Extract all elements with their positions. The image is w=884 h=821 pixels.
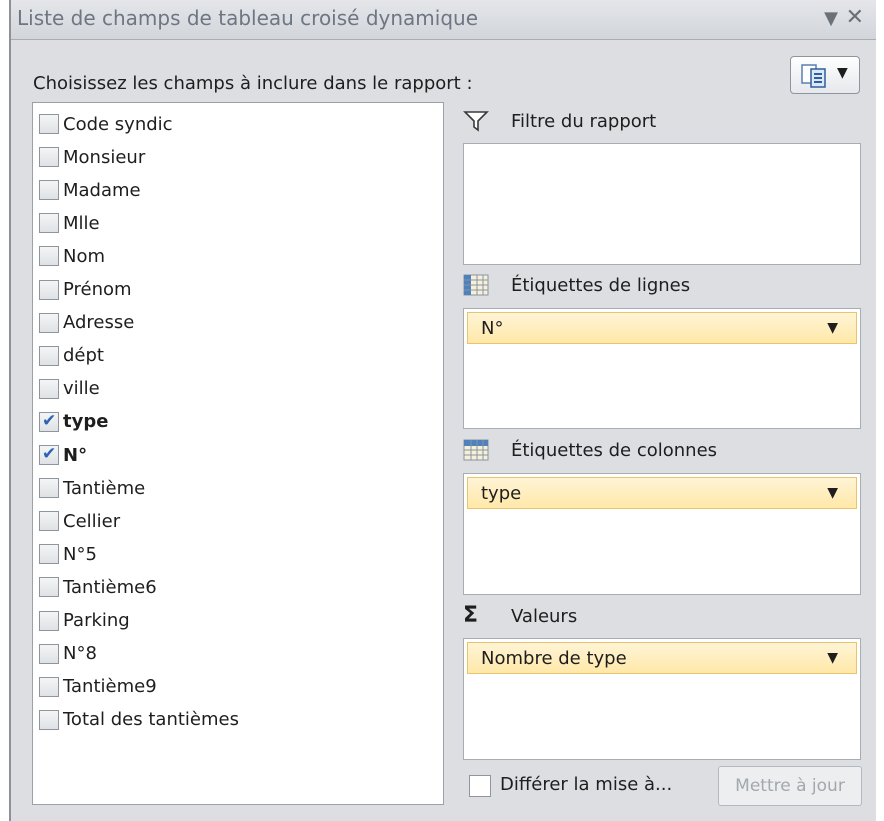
row-field-pill[interactable]: N° ▼ (467, 312, 857, 344)
field-item[interactable]: Madame (33, 175, 443, 205)
field-item[interactable]: Tantième6 (33, 572, 443, 602)
values-header: Σ Valeurs (463, 601, 577, 631)
row-labels-label: Étiquettes de lignes (511, 274, 691, 296)
chevron-down-icon[interactable]: ▼ (827, 485, 838, 501)
field-checkbox[interactable] (39, 378, 59, 399)
field-label: Tantième9 (63, 676, 157, 698)
field-item[interactable]: Parking (33, 606, 443, 636)
pane-options-icon[interactable]: ▼ (824, 8, 838, 29)
pivot-field-list-pane: Liste de champs de tableau croisé dynami… (9, 0, 876, 821)
defer-update-label: Différer la mise à... (500, 774, 673, 795)
chevron-down-icon[interactable]: ▼ (827, 320, 838, 336)
field-label: Madame (63, 179, 141, 201)
field-item[interactable]: Mlle (33, 208, 443, 238)
column-labels-drop-area[interactable]: type ▼ (463, 473, 861, 595)
chevron-down-icon: ▼ (837, 65, 848, 81)
field-checkbox[interactable] (39, 643, 59, 664)
field-checkbox[interactable] (39, 676, 59, 697)
field-checkbox[interactable] (39, 147, 59, 168)
field-checkbox[interactable] (39, 478, 59, 499)
sigma-icon: Σ (463, 603, 479, 628)
field-label: Adresse (63, 312, 135, 334)
field-checkbox[interactable] (39, 709, 59, 730)
field-item[interactable]: Tantième9 (33, 672, 443, 702)
column-labels-label: Étiquettes de colonnes (511, 439, 718, 461)
row-labels-header: Étiquettes de lignes (463, 270, 690, 300)
row-labels-icon (463, 274, 489, 296)
field-label: Tantième (63, 477, 146, 499)
field-item[interactable]: type (33, 407, 443, 437)
row-field-label: N° (481, 317, 504, 339)
field-label: Tantième6 (63, 576, 157, 598)
field-label: Mlle (63, 212, 100, 234)
column-labels-header: Étiquettes de colonnes (463, 435, 717, 465)
field-label: N°5 (63, 543, 97, 565)
field-item[interactable]: N°5 (33, 539, 443, 569)
field-checkbox[interactable] (39, 312, 59, 333)
field-checkbox[interactable] (39, 213, 59, 234)
values-field-pill[interactable]: Nombre de type ▼ (467, 642, 857, 674)
field-checkbox[interactable] (39, 411, 59, 432)
title-bar: Liste de champs de tableau croisé dynami… (11, 0, 876, 40)
field-label: Monsieur (63, 146, 146, 168)
field-label: Cellier (63, 510, 121, 532)
field-checkbox[interactable] (39, 577, 59, 598)
field-label: Code syndic (63, 113, 173, 135)
field-item[interactable]: N° (33, 440, 443, 470)
values-label: Valeurs (511, 605, 578, 627)
field-label: N°8 (63, 643, 97, 665)
layout-options-button[interactable]: ▼ (790, 56, 860, 94)
values-drop-area[interactable]: Nombre de type ▼ (463, 638, 861, 760)
pane-title: Liste de champs de tableau croisé dynami… (17, 6, 478, 30)
field-checkbox[interactable] (39, 180, 59, 201)
column-field-label: type (481, 482, 522, 504)
field-list-box[interactable]: Code syndic Monsieur Madame Mlle Nom Prénom Ad… (32, 102, 444, 805)
instruction-text: Choisissez les champs à inclure dans le … (33, 73, 473, 94)
field-item[interactable]: Tantième (33, 473, 443, 503)
field-checkbox[interactable] (39, 544, 59, 565)
field-checkbox[interactable] (39, 444, 59, 465)
field-label: type (63, 411, 109, 433)
field-label: Total des tantièmes (63, 709, 239, 731)
field-item[interactable]: Cellier (33, 506, 443, 536)
field-item[interactable]: N°8 (33, 639, 443, 669)
field-label: Prénom (63, 279, 132, 300)
field-checkbox[interactable] (39, 246, 59, 267)
field-label: Parking (63, 610, 130, 631)
defer-update-checkbox[interactable] (469, 775, 491, 797)
field-list-layout-icon (801, 64, 826, 88)
field-label: N° (63, 444, 88, 466)
field-label: Nom (63, 245, 106, 267)
field-item[interactable]: ville (33, 374, 443, 404)
column-labels-icon (463, 439, 489, 461)
field-item[interactable]: Prénom (33, 275, 443, 305)
field-item[interactable]: Adresse (33, 308, 443, 338)
report-filter-label: Filtre du rapport (511, 110, 657, 132)
update-button[interactable]: Mettre à jour (718, 766, 862, 806)
close-icon[interactable]: ✕ (846, 5, 864, 30)
field-item[interactable]: Code syndic (33, 109, 443, 139)
report-filter-header: Filtre du rapport (463, 106, 656, 136)
field-item[interactable]: Total des tantièmes (33, 705, 443, 735)
row-labels-drop-area[interactable]: N° ▼ (463, 308, 861, 429)
column-field-pill[interactable]: type ▼ (467, 477, 857, 509)
filter-icon (463, 111, 489, 132)
field-item[interactable]: Nom (33, 241, 443, 271)
field-checkbox[interactable] (39, 279, 59, 300)
field-item[interactable]: dépt (33, 341, 443, 371)
field-checkbox[interactable] (39, 114, 59, 134)
report-filter-drop-area[interactable] (463, 143, 861, 265)
values-field-label: Nombre de type (481, 647, 627, 669)
field-checkbox[interactable] (39, 511, 59, 532)
field-checkbox[interactable] (39, 345, 59, 366)
field-label: dépt (63, 345, 104, 367)
field-item[interactable]: Monsieur (33, 142, 443, 172)
field-checkbox[interactable] (39, 610, 59, 631)
chevron-down-icon[interactable]: ▼ (827, 650, 838, 666)
field-label: ville (63, 378, 100, 400)
